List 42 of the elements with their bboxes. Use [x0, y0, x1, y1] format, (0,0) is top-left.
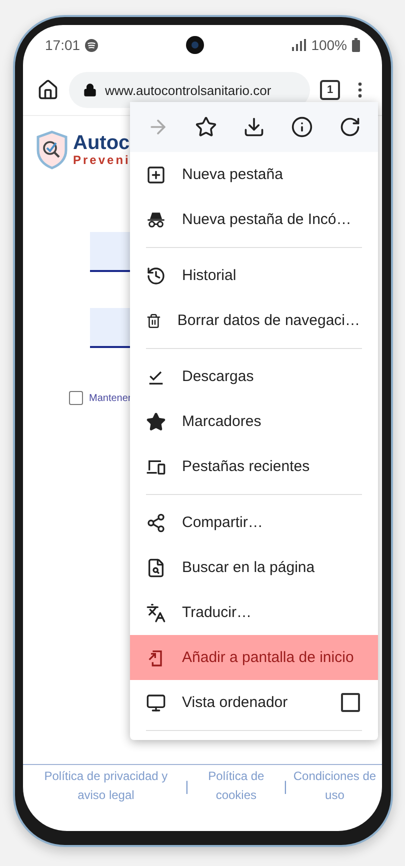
page-search-icon [146, 558, 166, 578]
menu-item[interactable]: Historial [130, 253, 378, 298]
menu-item[interactable]: Pestañas recientes [130, 444, 378, 489]
reload-icon [339, 116, 361, 138]
logo-title: Autoc [73, 132, 130, 154]
desktop-view-checkbox[interactable] [341, 693, 360, 712]
remember-label: Mantener [89, 392, 132, 404]
url-text: www.autocontrolsanitario.cor [105, 82, 272, 98]
menu-item[interactable]: Vista ordenador [130, 680, 378, 725]
info-icon [291, 116, 313, 138]
menu-item[interactable]: Nueva pestaña de Incó… [130, 197, 378, 242]
menu-item[interactable]: Buscar en la página [130, 545, 378, 590]
menu-item[interactable]: Traducir… [130, 590, 378, 635]
incognito-icon [146, 210, 166, 230]
plus-square-icon [146, 164, 166, 184]
music-app-icon [85, 38, 98, 52]
menu-item[interactable]: Marcadores [130, 399, 378, 444]
home-icon[interactable] [37, 79, 59, 101]
battery-percent: 100% [311, 37, 347, 53]
menu-item[interactable]: Descargas [130, 354, 378, 399]
logo-subtitle: Preveni [73, 154, 130, 168]
monitor-icon [146, 692, 166, 712]
menu-item[interactable]: Compartir… [130, 500, 378, 545]
remember-checkbox[interactable] [69, 391, 83, 405]
download-icon [243, 116, 265, 138]
separator-text: | [184, 778, 190, 794]
history-icon [146, 266, 166, 286]
share-icon [146, 512, 166, 532]
menu-item[interactable]: Añadir a pantalla de inicio [130, 635, 378, 680]
translate-icon [146, 602, 166, 622]
shield-logo-icon [35, 130, 69, 170]
front-camera-icon [186, 36, 204, 54]
menu-item[interactable]: Nueva pestaña [130, 152, 378, 197]
menu-item[interactable]: Borrar datos de navegaci… [130, 298, 378, 343]
bookmark-star-icon [195, 116, 217, 138]
status-time: 17:01 [45, 37, 80, 53]
star-icon [146, 412, 166, 432]
tab-switcher[interactable]: 1 [320, 80, 340, 100]
signal-icon [292, 39, 306, 51]
battery-icon [352, 38, 360, 52]
separator-text: | [282, 778, 288, 794]
lock-icon [83, 83, 97, 97]
